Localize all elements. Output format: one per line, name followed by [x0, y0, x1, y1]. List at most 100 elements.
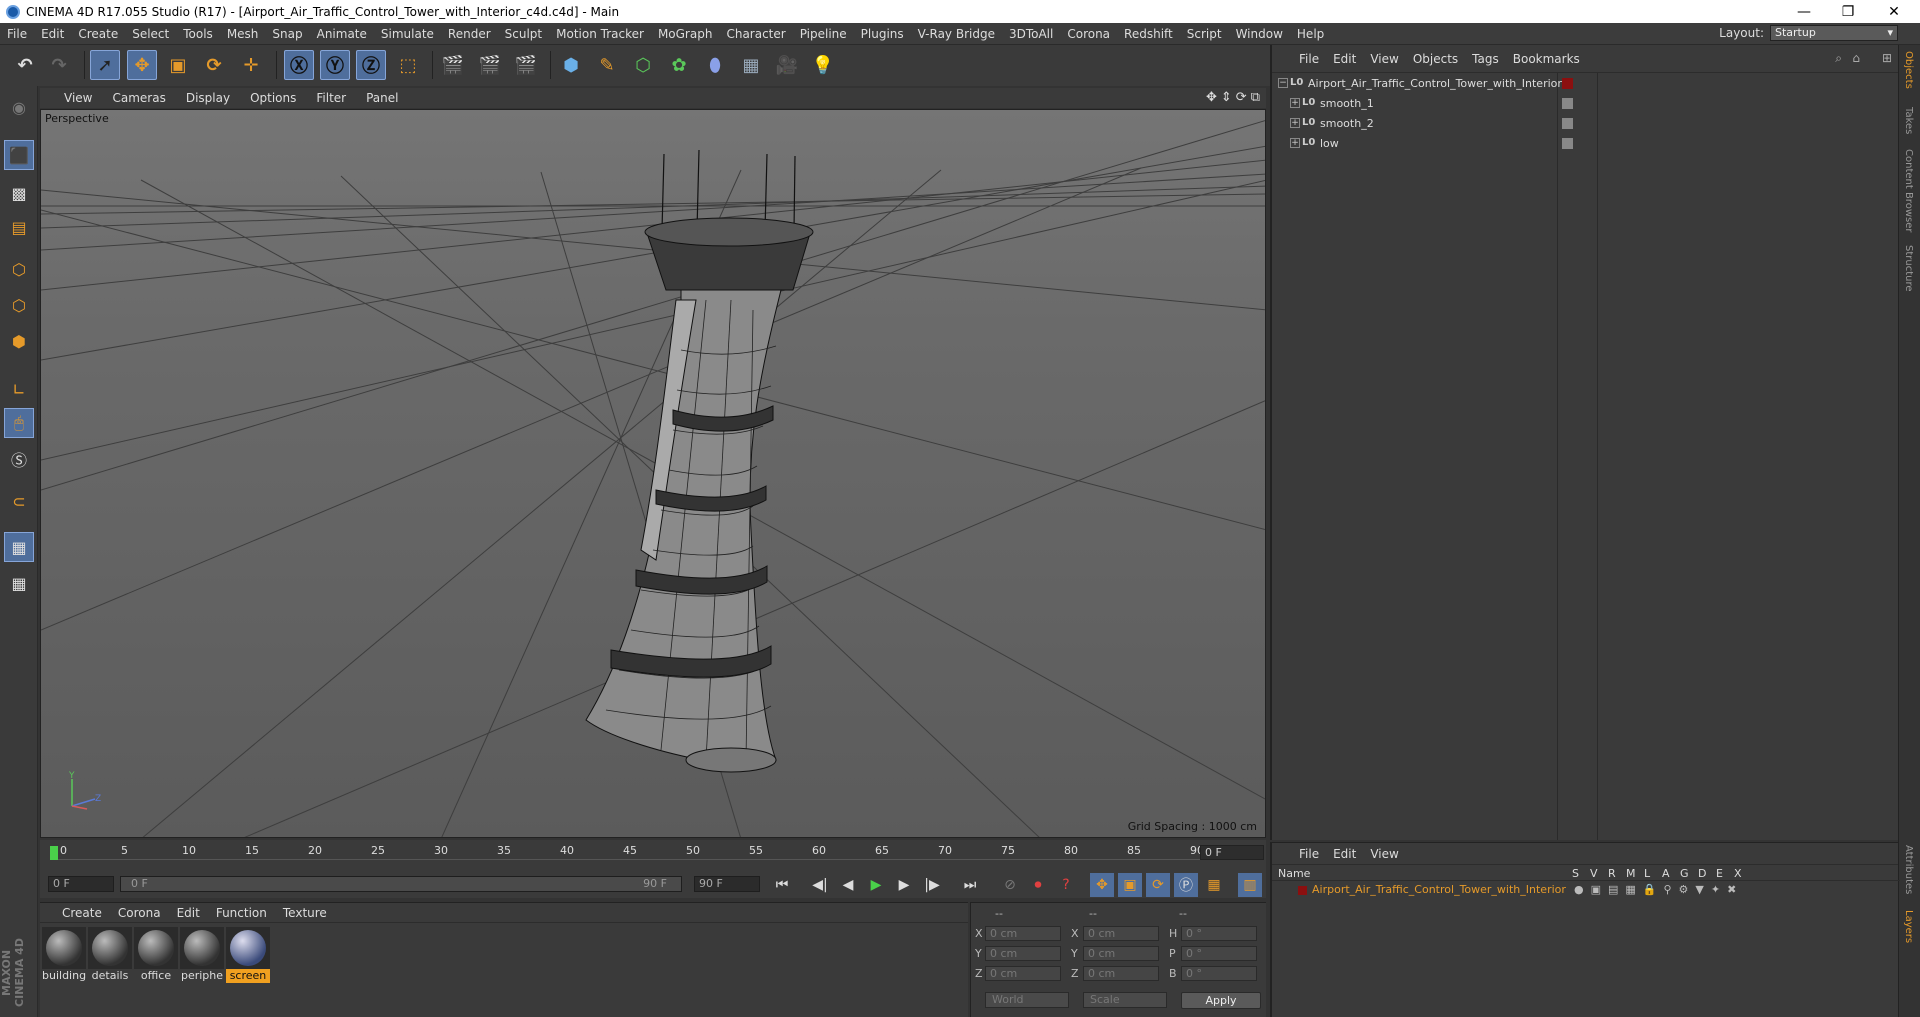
record-scale-icon[interactable]: ▣ — [1118, 873, 1142, 897]
object-row[interactable]: − L0 Airport_Air_Traffic_Control_Tower_w… — [1272, 73, 1900, 93]
material-menu-corona[interactable]: Corona — [110, 906, 169, 920]
menu-motion-tracker[interactable]: Motion Tracker — [549, 27, 651, 41]
maximize-view-icon[interactable]: ⧉ — [1251, 90, 1260, 105]
record-position-icon[interactable]: ✥ — [1090, 873, 1114, 897]
texture-mode-icon[interactable]: ▩ — [4, 178, 34, 208]
pan-view-icon[interactable]: ✥ — [1206, 90, 1217, 105]
cube-primitive-icon[interactable]: ⬢ — [556, 50, 586, 80]
expand-icon[interactable]: + — [1290, 138, 1300, 148]
go-to-start-icon[interactable]: ⏮ — [770, 873, 794, 897]
rotation-h-field[interactable]: 0 ° — [1181, 926, 1257, 941]
size-mode-dropdown[interactable]: Scale — [1083, 992, 1167, 1008]
tab-attributes[interactable]: Attributes — [1903, 845, 1914, 894]
scale-tool-icon[interactable]: ▣ — [163, 50, 193, 80]
rotation-p-field[interactable]: 0 ° — [1181, 946, 1257, 961]
layer-row[interactable]: Airport_Air_Traffic_Control_Tower_with_I… — [1272, 883, 1900, 899]
objects-menu-view[interactable]: View — [1363, 52, 1405, 66]
objects-menu-file[interactable]: File — [1292, 52, 1326, 66]
menu-plugins[interactable]: Plugins — [854, 27, 911, 41]
material-swatch[interactable]: periphe — [180, 927, 224, 983]
deformer-icon[interactable]: ⬮ — [700, 50, 730, 80]
menu-redshift[interactable]: Redshift — [1117, 27, 1180, 41]
workplane-lock-icon[interactable]: ▦ — [4, 532, 34, 562]
collapse-icon[interactable]: − — [1278, 78, 1288, 88]
objects-menu-objects[interactable]: Objects — [1406, 52, 1465, 66]
menu-file[interactable]: File — [0, 27, 34, 41]
viewport-menu-view[interactable]: View — [54, 91, 102, 105]
tab-content-browser[interactable]: Content Browser — [1903, 149, 1914, 232]
search-icon[interactable]: ⌕ — [1835, 51, 1842, 66]
x-axis-lock-icon[interactable]: Ⓧ — [284, 50, 314, 80]
material-swatch[interactable]: details — [88, 927, 132, 983]
material-menu-edit[interactable]: Edit — [169, 906, 208, 920]
model-mode-icon[interactable]: ⬛ — [4, 140, 34, 170]
layers-menu-view[interactable]: View — [1363, 847, 1405, 861]
keyframe-selection-icon[interactable]: ? — [1054, 873, 1078, 897]
menu-mesh[interactable]: Mesh — [220, 27, 266, 41]
transform-tool-icon[interactable]: ✛ — [236, 50, 266, 80]
home-icon[interactable]: ⌂ — [1852, 51, 1860, 65]
coordinate-system-icon[interactable]: ⬚ — [393, 50, 423, 80]
menu-vray-bridge[interactable]: V-Ray Bridge — [911, 27, 1002, 41]
rotation-b-field[interactable]: 0 ° — [1181, 966, 1257, 981]
menu-animate[interactable]: Animate — [310, 27, 374, 41]
menu-snap[interactable]: Snap — [265, 27, 309, 41]
playhead[interactable] — [50, 846, 58, 860]
material-swatch[interactable]: office — [134, 927, 178, 983]
layer-flag-icons[interactable]: ●▣▤▦🔒⚲⚙▼✦✖ — [1574, 883, 1743, 896]
apply-button[interactable]: Apply — [1181, 992, 1261, 1009]
viewport-menu-cameras[interactable]: Cameras — [102, 91, 175, 105]
previous-key-icon[interactable]: ◀| — [808, 873, 832, 897]
y-axis-lock-icon[interactable]: Ⓨ — [320, 50, 350, 80]
layout-dropdown[interactable]: Startup — [1770, 25, 1898, 41]
timeline-window-icon[interactable]: ▥ — [1238, 873, 1262, 897]
points-mode-icon[interactable]: ⬡ — [4, 254, 34, 284]
layers-menu-edit[interactable]: Edit — [1326, 847, 1363, 861]
floor-icon[interactable]: ▦ — [736, 50, 766, 80]
menu-create[interactable]: Create — [71, 27, 125, 41]
current-frame-field[interactable]: 0 F — [1200, 845, 1264, 860]
menu-corona[interactable]: Corona — [1060, 27, 1117, 41]
tab-objects[interactable]: Objects — [1903, 51, 1914, 89]
record-rotation-icon[interactable]: ⟳ — [1146, 873, 1170, 897]
menu-window[interactable]: Window — [1229, 27, 1290, 41]
axis-mode-icon[interactable]: ∟ — [4, 374, 34, 404]
move-tool-icon[interactable]: ✥ — [127, 50, 157, 80]
autokey-icon[interactable]: ⏺ — [1026, 873, 1050, 897]
size-z-field[interactable]: 0 cm — [1083, 966, 1159, 981]
snapping-icon[interactable]: Ⓢ — [4, 444, 34, 474]
menu-3dtoall[interactable]: 3DToAll — [1002, 27, 1060, 41]
start-frame-field[interactable]: 0 F — [48, 876, 114, 892]
layers-menu-file[interactable]: File — [1292, 847, 1326, 861]
size-y-field[interactable]: 0 cm — [1083, 946, 1159, 961]
select-tool-icon[interactable]: ➚ — [90, 50, 120, 80]
grid-snap-icon[interactable]: ▦ — [4, 568, 34, 598]
size-x-field[interactable]: 0 cm — [1083, 926, 1159, 941]
tab-layers[interactable]: Layers — [1903, 910, 1914, 943]
expand-icon[interactable]: + — [1290, 118, 1300, 128]
make-editable-icon[interactable]: ◉ — [4, 92, 34, 122]
workplane-mode-icon[interactable]: ▤ — [4, 212, 34, 242]
cloner-icon[interactable]: ✿ — [664, 50, 694, 80]
menu-select[interactable]: Select — [125, 27, 176, 41]
viewport-menu-options[interactable]: Options — [240, 91, 306, 105]
menu-render[interactable]: Render — [441, 27, 498, 41]
close-icon[interactable]: ✕ — [1872, 0, 1916, 23]
menu-mograph[interactable]: MoGraph — [651, 27, 720, 41]
minimize-icon[interactable]: — — [1782, 0, 1826, 23]
viewport-menu-display[interactable]: Display — [176, 91, 240, 105]
next-frame-icon[interactable]: ▶ — [892, 873, 916, 897]
menu-character[interactable]: Character — [719, 27, 792, 41]
record-active-objects-icon[interactable]: ⊘ — [998, 873, 1022, 897]
material-swatch-selected[interactable]: screen — [226, 927, 270, 983]
spline-pen-icon[interactable]: ✎ — [592, 50, 622, 80]
camera-icon[interactable]: 🎥 — [772, 50, 802, 80]
play-icon[interactable]: ▶ — [864, 873, 888, 897]
polygons-mode-icon[interactable]: ⬢ — [4, 326, 34, 356]
previous-frame-icon[interactable]: ◀ — [836, 873, 860, 897]
menu-tools[interactable]: Tools — [176, 27, 220, 41]
position-y-field[interactable]: 0 cm — [985, 946, 1061, 961]
new-panel-icon[interactable]: ⊞ — [1882, 51, 1892, 65]
render-view-icon[interactable]: 🎬 — [438, 50, 468, 80]
position-x-field[interactable]: 0 cm — [985, 926, 1061, 941]
